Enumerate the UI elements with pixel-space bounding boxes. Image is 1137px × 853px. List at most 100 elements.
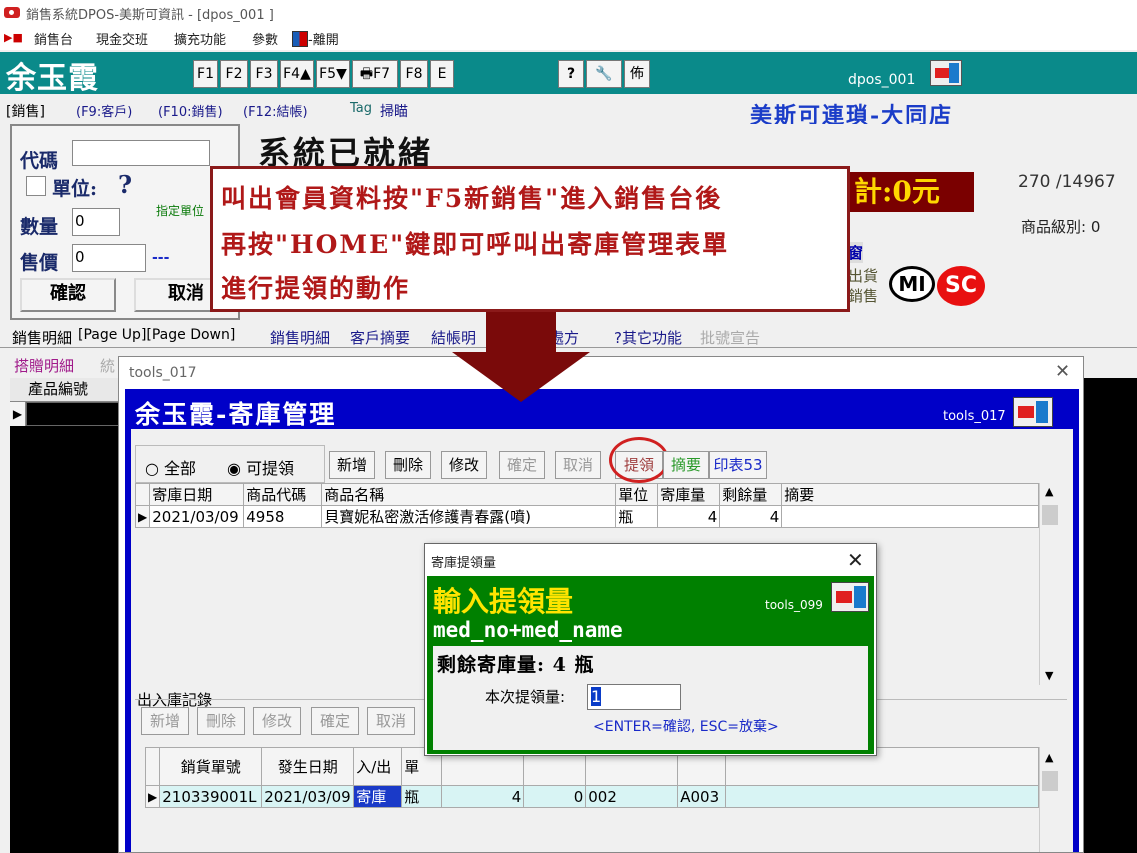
code-input[interactable] xyxy=(72,140,210,166)
window-fragment[interactable]: 窗 xyxy=(848,242,864,263)
f5-button[interactable]: F5▼ xyxy=(316,60,350,88)
cell-code: 4958 xyxy=(243,505,323,528)
filter-available-label: 可提領 xyxy=(246,459,295,478)
col-event-date: 發生日期 xyxy=(261,747,355,786)
table-row[interactable]: ▶ 2021/03/09 4958 貝寶妮私密激活修護青春露(噴) 瓶 4 4 xyxy=(134,505,1039,528)
price-suffix: --- xyxy=(152,250,170,266)
tab-customer-summary[interactable]: 客戶摘要 xyxy=(350,327,410,348)
remaining-stock: 剩餘寄庫量: 4 瓶 xyxy=(437,654,595,676)
tab-sales-bracket[interactable]: [銷售] xyxy=(6,101,45,121)
confirm-button[interactable]: 確定 xyxy=(499,451,545,479)
scroll-down-icon[interactable]: ▼ xyxy=(1045,669,1053,682)
tab-scan[interactable]: 掃瞄 xyxy=(380,101,408,121)
cell-order: 210339001L xyxy=(159,785,263,808)
col-order-no: 銷貨單號 xyxy=(159,747,263,786)
sub-tabs: 搭贈明細 統 xyxy=(10,352,120,376)
menu-item-cash-shift[interactable]: 現金交班 xyxy=(96,29,148,48)
summary-button[interactable]: 摘要 xyxy=(663,451,709,479)
cell-c2: A003 xyxy=(677,785,727,808)
f8-button[interactable]: F8 xyxy=(400,60,428,88)
price-input[interactable]: 0 xyxy=(72,244,146,272)
add-button[interactable]: 新增 xyxy=(329,451,375,479)
confirm-button[interactable]: 確認 xyxy=(20,278,116,312)
storage-heading: 余玉霞-寄庫管理 xyxy=(135,400,337,429)
filter-all-label: 全部 xyxy=(164,459,197,478)
storage-scrollbar[interactable]: ▲ ▼ xyxy=(1039,483,1059,685)
scroll-thumb[interactable] xyxy=(1042,771,1058,791)
scroll-thumb[interactable] xyxy=(1042,505,1058,525)
tab-stats[interactable]: 統 xyxy=(100,355,115,376)
sale-total: 計:0元 xyxy=(850,172,974,212)
f3-button[interactable]: F3 xyxy=(250,60,278,88)
log-scrollbar[interactable]: ▲ xyxy=(1039,747,1059,852)
cancel-button[interactable]: 取消 xyxy=(555,451,601,479)
edit-button[interactable]: 修改 xyxy=(441,451,487,479)
tools-wrench-icon[interactable]: 🔧 xyxy=(586,60,622,88)
cell-unit: 瓶 xyxy=(615,505,659,528)
exit-door-icon[interactable] xyxy=(1013,397,1053,427)
tab-gift[interactable]: 搭贈明細 xyxy=(14,355,74,376)
scroll-up-icon[interactable]: ▲ xyxy=(1045,751,1053,764)
help-button[interactable]: ? xyxy=(558,60,584,88)
close-icon[interactable]: ✕ xyxy=(847,548,864,572)
cell-c1: 002 xyxy=(585,785,679,808)
layout-button[interactable]: 佈 xyxy=(624,60,650,88)
close-icon[interactable]: ✕ xyxy=(1055,361,1070,382)
menu-bar: ▶■ 銷售台 現金交班 擴充功能 參數 -離開 xyxy=(0,26,1137,50)
f7-print-button[interactable]: 🖶F7 xyxy=(352,60,398,88)
window-title: 銷售系統DPOS-美斯可資訊 - [dpos_001 ] xyxy=(26,8,274,23)
dialog-med: med_no+med_name xyxy=(433,618,623,642)
tab-other[interactable]: ?其它功能 xyxy=(614,327,682,348)
tab-tag-label[interactable]: Tag xyxy=(350,101,372,116)
menu-item-extensions[interactable]: 擴充功能 xyxy=(174,29,226,48)
tab-batch[interactable]: 批號宣告 xyxy=(700,327,760,348)
filter-all-radio[interactable]: ○ 全部 xyxy=(145,455,196,479)
col-unit: 單位 xyxy=(615,483,659,506)
withdraw-qty-value: 1 xyxy=(591,687,602,706)
tab-detail[interactable]: 銷售明細 xyxy=(270,327,330,348)
menu-item-parameters[interactable]: 參數 xyxy=(252,29,278,48)
filter-available-radio[interactable]: ◉ 可提領 xyxy=(227,455,294,479)
unit-checkbox[interactable] xyxy=(26,176,46,196)
f1-button[interactable]: F1 xyxy=(193,60,218,88)
qty-input[interactable]: 0 xyxy=(72,208,120,236)
col-product-name: 商品名稱 xyxy=(321,483,617,506)
sc-logo: SC xyxy=(937,266,985,306)
header-marker xyxy=(134,483,151,506)
row-indicator-icon: ▶ xyxy=(144,785,161,808)
log-edit-button[interactable]: 修改 xyxy=(253,707,301,735)
log-delete-button[interactable]: 刪除 xyxy=(197,707,245,735)
e-button[interactable]: E xyxy=(430,60,454,88)
delete-button[interactable]: 刪除 xyxy=(385,451,431,479)
cell-name: 貝寶妮私密激活修護青春露(噴) xyxy=(321,505,617,528)
row-indicator-icon: ▶ xyxy=(10,402,26,426)
tab-checkout[interactable]: (F12:結帳) xyxy=(243,101,308,120)
screen-id: dpos_001 xyxy=(848,72,916,88)
log-cancel-button[interactable]: 取消 xyxy=(367,707,415,735)
tab-customer[interactable]: (F9:客戶) xyxy=(76,101,132,120)
col-remaining: 剩餘量 xyxy=(719,483,783,506)
print-button[interactable]: 印表53 xyxy=(709,451,767,479)
table-row[interactable]: ▶ 210339001L 2021/03/09 寄庫 瓶 4 0 002 A00… xyxy=(144,785,1039,808)
toolbar: 余玉霞 F1 F2 F3 F4▲ F5▼ 🖶F7 F8 E ? 🔧 佈 dpos… xyxy=(0,52,1137,96)
withdraw-qty-input[interactable]: 1 xyxy=(587,684,681,710)
f4-button[interactable]: F4▲ xyxy=(280,60,314,88)
tab-sale[interactable]: (F10:銷售) xyxy=(158,101,223,120)
grid-cell[interactable] xyxy=(26,402,130,426)
dialog-body: 輸入提領量 tools_099 med_no+med_name 剩餘寄庫量: 4… xyxy=(427,576,874,754)
log-add-button[interactable]: 新增 xyxy=(141,707,189,735)
cell-extra xyxy=(725,785,1039,808)
exit-door-icon[interactable] xyxy=(930,60,962,86)
f2-button[interactable]: F2 xyxy=(220,60,248,88)
menu-item-exit[interactable]: -離開 xyxy=(292,29,339,48)
cell-note xyxy=(781,505,1039,528)
assign-unit-label[interactable]: 指定單位 xyxy=(156,202,204,219)
scroll-up-icon[interactable]: ▲ xyxy=(1045,485,1053,498)
ship-line-2: 銷售 xyxy=(848,287,879,305)
log-confirm-button[interactable]: 確定 xyxy=(311,707,359,735)
exit-door-icon[interactable] xyxy=(831,582,869,612)
instruction-callout: 叫出會員資料按"F5新銷售"進入銷售台後 再按"HOME"鍵即可呼叫出寄庫管理表… xyxy=(210,166,850,312)
col-storage-qty: 寄庫量 xyxy=(657,483,721,506)
menu-item-sales[interactable]: 銷售台 xyxy=(34,29,73,48)
sales-grid-right xyxy=(1084,378,1137,853)
